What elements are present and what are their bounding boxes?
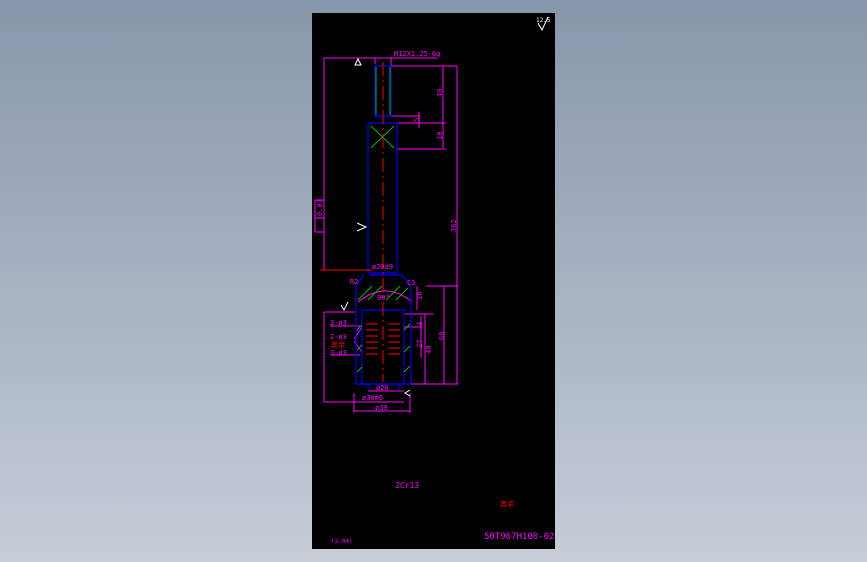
shaft-diameter-label: ø20d9 (372, 263, 393, 271)
bore-diameter-label: ø20 (376, 384, 389, 392)
angle-label: 90° (377, 294, 390, 302)
dim-16: 16 (416, 292, 424, 300)
note-text: 其余 (331, 340, 345, 349)
dim-49: 49 (425, 346, 433, 354)
dim-40: 40 (436, 89, 444, 97)
tolerance-frame: 0.03 (316, 199, 324, 216)
dim-362: 362 (450, 219, 458, 232)
remaining-roughness-note: 其余 (500, 499, 514, 508)
part-number: 50T967H100-02 (484, 532, 554, 542)
chamfer-label: C3 (407, 279, 415, 287)
hole-label-1: 3-ø3 (330, 319, 347, 327)
outer-diameter-label: ø30m6 (362, 394, 383, 402)
material-label: 2Cr13 (395, 481, 419, 490)
scale-label: (2:04) (331, 538, 353, 545)
cad-drawing-viewport[interactable]: M12X1.25-6g 40 5 18 362 0.03 ø20d9 R2 C3… (0, 0, 867, 562)
thread-spec-label: M12X1.25-6g (394, 50, 440, 58)
hole-label-3: 3-ø3 (330, 349, 347, 357)
drawing-sheet (312, 13, 555, 549)
dim-5: 5 (413, 118, 421, 122)
flange-diameter-label: ø39 (375, 404, 388, 412)
radius-label: R2 (350, 278, 358, 286)
dim-27: 27 (416, 340, 424, 348)
dim-18: 18 (436, 132, 444, 140)
hole-label-2: 2-ø3 (330, 333, 347, 341)
dim-4: 4 (416, 322, 424, 326)
dim-68: 68 (438, 332, 446, 340)
